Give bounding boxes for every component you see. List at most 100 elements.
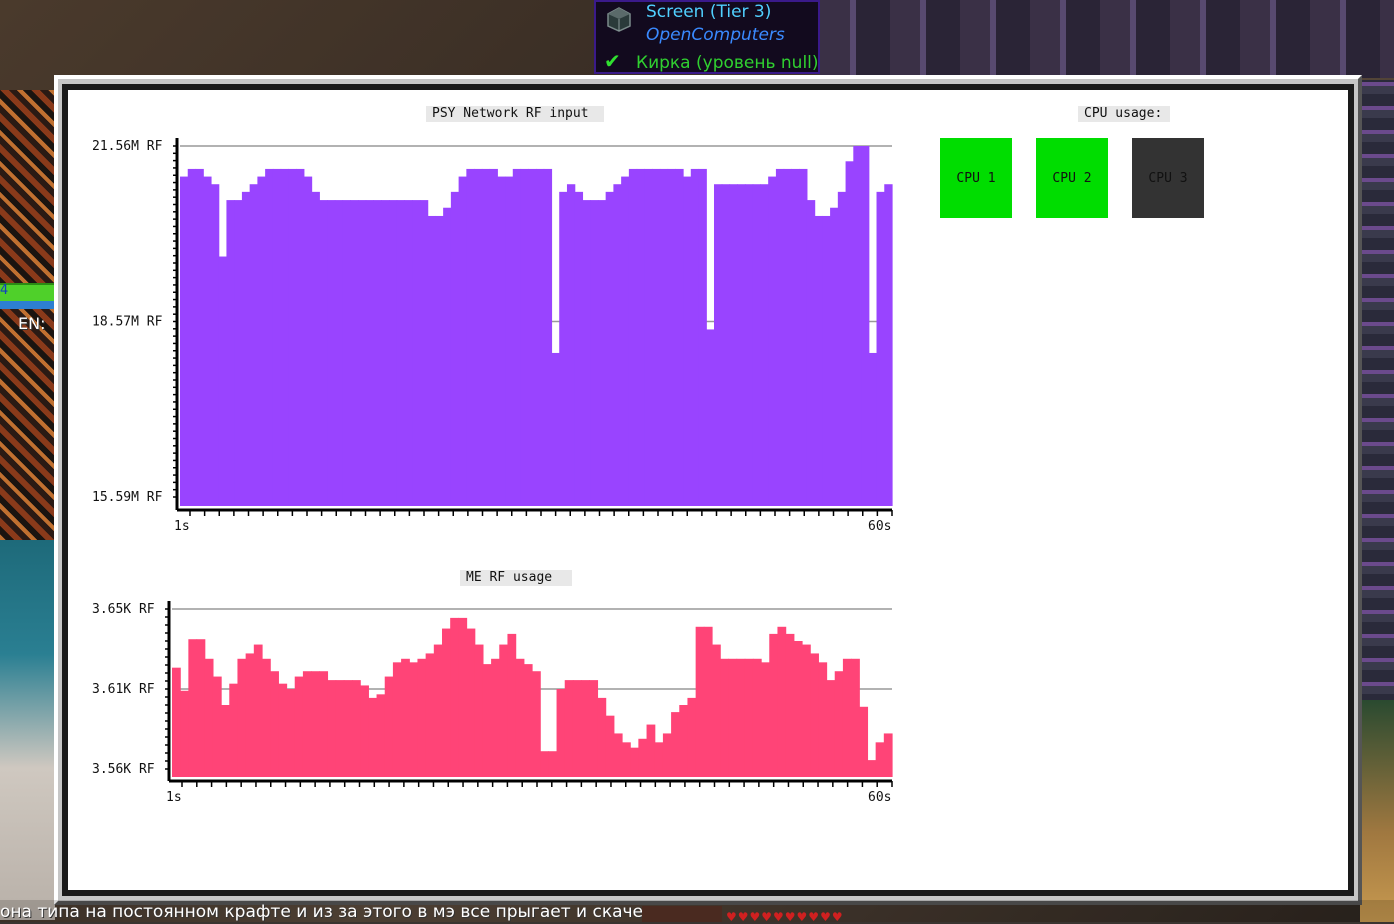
- data-bar: [597, 697, 607, 777]
- data-bar: [270, 671, 279, 777]
- data-bar: [859, 706, 869, 777]
- hud-bar-value: 4: [0, 283, 9, 298]
- y-tick-label: 3.56K RF: [92, 762, 155, 777]
- data-bar: [442, 628, 451, 777]
- data-bar: [630, 747, 639, 777]
- data-bar: [433, 644, 443, 777]
- screen-block-icon: [607, 7, 631, 32]
- data-bar: [646, 724, 656, 777]
- data-bar: [679, 705, 689, 777]
- data-bar: [188, 639, 198, 777]
- data-bar: [450, 617, 459, 777]
- data-bar: [221, 705, 230, 777]
- data-bar: [392, 662, 402, 777]
- data-bar: [245, 653, 255, 777]
- data-bar: [523, 664, 533, 777]
- data-bar: [851, 658, 860, 777]
- data-bar: [360, 685, 369, 777]
- background-block-right-lower: [1360, 700, 1394, 922]
- x-tick-label-end: 60s: [868, 790, 891, 805]
- data-bar: [638, 738, 648, 777]
- data-bar: [425, 653, 435, 777]
- me-usage-chart: 3.65K RF 3.61K RF 3.56K RF 1s 60s: [92, 601, 893, 805]
- data-bar: [229, 683, 239, 777]
- data-bar: [343, 680, 353, 777]
- data-bar: [613, 733, 623, 777]
- data-bar: [458, 617, 468, 777]
- data-bar: [196, 639, 206, 777]
- data-bar: [687, 697, 697, 777]
- data-bar: [237, 658, 247, 777]
- data-bar: [761, 662, 770, 777]
- tooltip-tool-requirement: Кирка (уровень null): [636, 53, 819, 73]
- data-bar: [556, 689, 566, 777]
- tooltip-mod-name: OpenComputers: [646, 25, 785, 45]
- data-bar: [278, 683, 288, 777]
- hud-secondary-bar: [0, 301, 54, 309]
- data-bar: [376, 694, 386, 777]
- data-bar: [311, 671, 320, 777]
- computer-screen[interactable]: PSY Network RF input 21.56M RF 18.57M RF 1…: [68, 90, 1348, 890]
- data-bar: [172, 667, 181, 777]
- data-bar: [654, 742, 664, 777]
- hotbar: [642, 906, 722, 922]
- cpu-2-indicator: CPU 2: [1036, 138, 1108, 218]
- item-tooltip: Screen (Tier 3) OpenComputers ✔ Кирка (у…: [594, 0, 820, 74]
- data-bar: [262, 658, 271, 777]
- data-bar: [335, 680, 345, 777]
- data-bar: [769, 633, 779, 777]
- data-bar: [826, 680, 836, 777]
- data-bar: [834, 671, 844, 777]
- data-bar: [401, 658, 410, 777]
- data-bar: [384, 676, 394, 777]
- data-bar: [204, 658, 214, 777]
- data-bar: [622, 742, 631, 777]
- x-tick-label-start: 1s: [166, 790, 182, 805]
- data-bar: [327, 680, 337, 777]
- data-bar: [572, 680, 582, 777]
- data-bar: [703, 626, 713, 777]
- data-bar: [417, 658, 427, 777]
- data-bar: [253, 644, 263, 777]
- data-bar: [302, 671, 312, 777]
- background-block-top: [820, 0, 1394, 78]
- data-bar: [736, 658, 746, 777]
- data-bar: [180, 690, 189, 777]
- data-bar: [548, 751, 558, 777]
- data-bar: [793, 641, 803, 777]
- data-bar: [540, 751, 549, 777]
- data-bar: [875, 742, 885, 777]
- chat-message: она типа на постоянном крафте и из за эт…: [0, 902, 653, 922]
- data-bar: [802, 644, 811, 777]
- data-bar: [867, 760, 877, 777]
- data-bar: [728, 658, 738, 777]
- data-bar: [720, 658, 729, 777]
- data-bar: [605, 715, 615, 777]
- data-bar: [319, 671, 329, 777]
- checkmark-icon: ✔: [604, 49, 621, 73]
- data-bar: [507, 633, 517, 777]
- data-bar: [352, 680, 361, 777]
- tooltip-title: Screen (Tier 3): [646, 2, 772, 22]
- data-bar: [883, 733, 893, 777]
- data-bar: [777, 626, 787, 777]
- data-bar: [409, 662, 419, 777]
- data-bar: [581, 680, 590, 777]
- data-bar: [466, 628, 476, 777]
- y-tick-label: 3.65K RF: [92, 602, 155, 617]
- cpu-usage-title: CPU usage:: [1078, 106, 1170, 122]
- data-bar: [589, 680, 599, 777]
- data-bar: [662, 733, 672, 777]
- data-bar: [744, 658, 754, 777]
- data-bar: [818, 662, 828, 777]
- data-bar: [712, 644, 721, 777]
- hud-en-label: EN:: [18, 314, 46, 333]
- data-bar: [482, 664, 492, 777]
- y-tick-label: 3.61K RF: [92, 682, 155, 697]
- data-bar: [294, 676, 304, 777]
- data-bar: [671, 712, 680, 777]
- data-bar: [368, 697, 378, 777]
- data-bar: [515, 658, 525, 777]
- data-bar: [491, 658, 500, 777]
- data-bar: [564, 680, 574, 777]
